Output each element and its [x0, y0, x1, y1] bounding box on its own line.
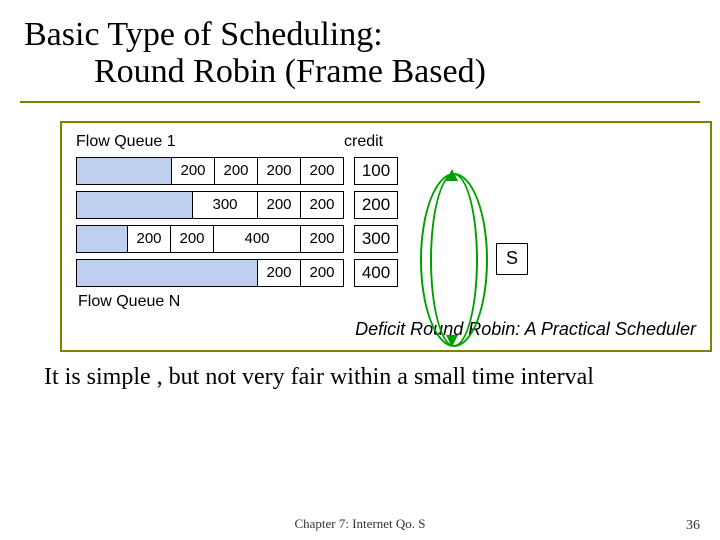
queue-row-2: 300 200 200 200 [76, 191, 696, 219]
packet: 400 [213, 225, 301, 253]
packet: 200 [257, 191, 301, 219]
queue-1: 200 200 200 200 [76, 157, 344, 185]
queue-row-1: 200 200 200 200 100 [76, 157, 696, 185]
queue-2: 300 200 200 [76, 191, 344, 219]
packet: 200 [127, 225, 171, 253]
queue-row-4: 200 200 400 [76, 259, 696, 287]
diagram-box: Flow Queue 1 credit 200 200 200 200 100 … [60, 121, 712, 352]
slide: Basic Type of Scheduling: Round Robin (F… [0, 0, 720, 540]
title-block: Basic Type of Scheduling: Round Robin (F… [20, 10, 700, 103]
queue-4: 200 200 [76, 259, 344, 287]
packet: 200 [171, 157, 215, 185]
credit-2: 200 [354, 191, 398, 219]
drr-caption: Deficit Round Robin: A Practical Schedul… [76, 319, 696, 340]
top-labels: Flow Queue 1 credit [76, 133, 696, 151]
flow-queue-1-label: Flow Queue 1 [76, 133, 344, 151]
credit-1: 100 [354, 157, 398, 185]
packet: 200 [300, 191, 344, 219]
title-line-1: Basic Type of Scheduling: [24, 16, 696, 53]
queue-3: 200 200 400 200 [76, 225, 344, 253]
packet: 300 [192, 191, 258, 219]
packet: 200 [214, 157, 258, 185]
title-line-2: Round Robin (Frame Based) [24, 53, 696, 90]
footer-text: Chapter 7: Internet Qo. S [0, 516, 720, 532]
credit-label: credit [344, 133, 404, 151]
flow-queue-n-label: Flow Queue N [78, 293, 696, 311]
packet: 200 [257, 157, 301, 185]
packet: 200 [300, 259, 344, 287]
credit-3: 300 [354, 225, 398, 253]
page-number: 36 [686, 518, 700, 534]
queue-row-3: 200 200 400 200 300 [76, 225, 696, 253]
packet: 200 [257, 259, 301, 287]
packet: 200 [300, 225, 344, 253]
packet: 200 [170, 225, 214, 253]
slide-title: Basic Type of Scheduling: Round Robin (F… [24, 16, 696, 91]
packet: 200 [300, 157, 344, 185]
credit-4: 400 [354, 259, 398, 287]
bottom-text: It is simple , but not very fair within … [44, 364, 700, 391]
